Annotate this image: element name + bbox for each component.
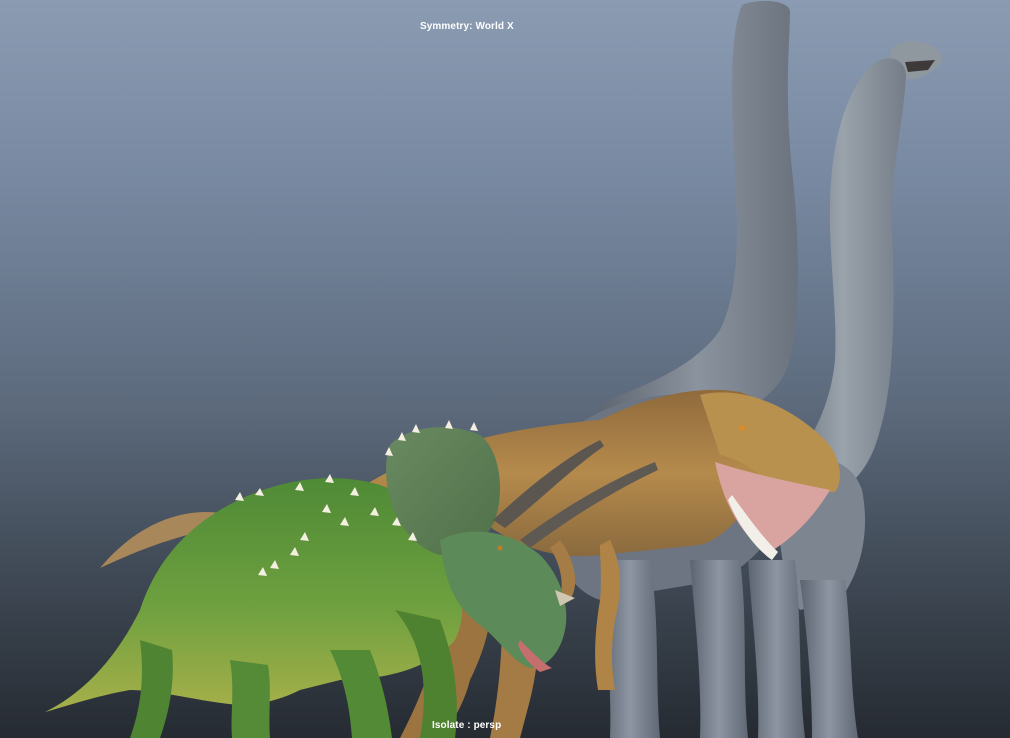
isolate-label: Isolate : persp: [432, 720, 502, 731]
maya-persp-viewport[interactable]: Symmetry: World X Isolate : persp: [0, 0, 1010, 738]
symmetry-label: Symmetry: World X: [420, 21, 514, 32]
dinosaur-scene[interactable]: [0, 0, 1010, 738]
